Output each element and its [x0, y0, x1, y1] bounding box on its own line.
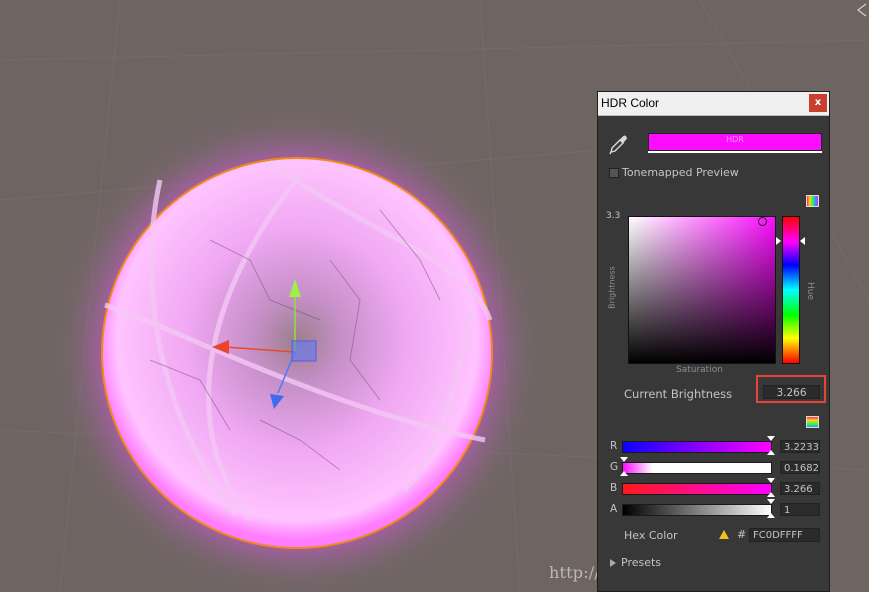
- hex-hash-label: #: [737, 528, 747, 541]
- hue-axis-label: Hue: [805, 281, 815, 300]
- max-brightness-label: 3.3: [606, 211, 621, 221]
- channel-g-field[interactable]: 0.1682: [780, 461, 820, 474]
- window-title: HDR Color: [601, 96, 660, 110]
- channel-g-slider[interactable]: [622, 462, 772, 474]
- current-brightness-label: Current Brightness: [624, 387, 733, 401]
- picker-mode-icon[interactable]: [806, 195, 819, 207]
- saturation-brightness-picker[interactable]: [628, 216, 776, 364]
- channel-a-label: A: [610, 503, 618, 515]
- tonemapped-preview-checkbox[interactable]: [609, 168, 619, 178]
- channel-a-slider[interactable]: [622, 504, 772, 516]
- title-bar[interactable]: HDR Color x: [598, 92, 829, 116]
- channel-b-label: B: [610, 482, 618, 494]
- channel-g-handle-icon[interactable]: [620, 457, 628, 462]
- swatch-label: HDR: [726, 135, 744, 144]
- current-brightness-field[interactable]: 3.266: [763, 385, 820, 399]
- hdr-color-window: HDR Color x HDR Tonemapped Preview 3.3 B…: [597, 91, 830, 592]
- channel-a-handle-icon[interactable]: [767, 499, 775, 504]
- channel-r-label: R: [610, 440, 618, 452]
- channel-b-slider[interactable]: [622, 483, 772, 495]
- hue-slider[interactable]: [782, 216, 800, 364]
- channel-r-slider[interactable]: [622, 441, 772, 453]
- warning-icon: [719, 530, 729, 539]
- hex-color-label: Hex Color: [624, 529, 678, 542]
- channel-b-handle-icon[interactable]: [767, 478, 775, 483]
- color-preview-swatch: HDR: [648, 133, 822, 151]
- channel-r-handle-icon[interactable]: [767, 436, 775, 441]
- close-button[interactable]: x: [809, 94, 827, 112]
- tonemapped-preview-label: Tonemapped Preview: [622, 166, 739, 179]
- hue-handle-left-icon[interactable]: [776, 237, 781, 245]
- channel-a-field[interactable]: 1: [780, 503, 820, 516]
- eyedropper-icon[interactable]: [608, 133, 628, 155]
- saturation-axis-label: Saturation: [676, 365, 723, 375]
- hex-color-field[interactable]: FC0DFFFF: [749, 528, 820, 542]
- presets-expand-icon[interactable]: [610, 559, 616, 567]
- picker-cursor-icon[interactable]: [758, 217, 767, 226]
- channel-r-field[interactable]: 3.2233: [780, 440, 820, 453]
- channel-g-label: G: [610, 461, 619, 473]
- channel-b-field[interactable]: 3.266: [780, 482, 820, 495]
- brightness-axis-label: Brightness: [607, 266, 617, 309]
- presets-foldout[interactable]: Presets: [621, 556, 661, 569]
- hue-handle-right-icon[interactable]: [800, 237, 805, 245]
- color-mode-icon[interactable]: [806, 416, 819, 428]
